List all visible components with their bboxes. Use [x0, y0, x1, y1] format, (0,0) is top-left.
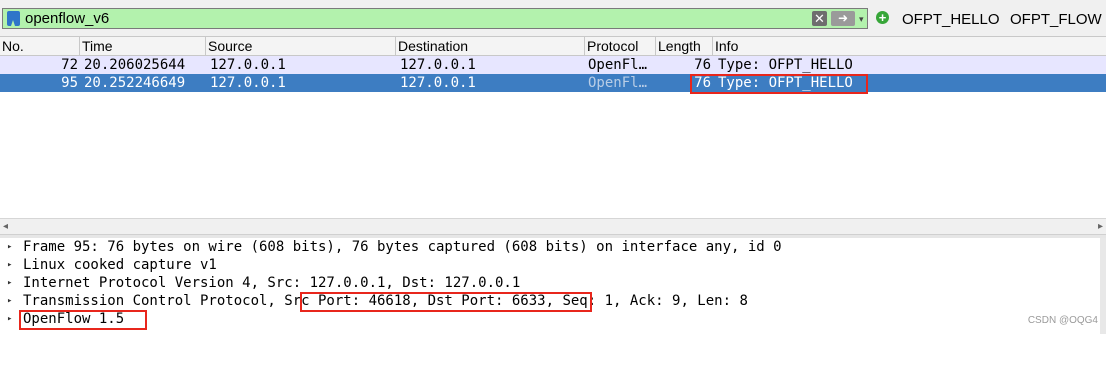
detail-row-linux-cooked[interactable]: ▸ Linux cooked capture v1 [0, 256, 1106, 274]
packet-no: 72 [61, 57, 78, 73]
detail-text: Internet Protocol Version 4, Src: 127.0.… [23, 275, 521, 291]
filter-button-ofpt-flow[interactable]: OFPT_FLOW [1010, 11, 1102, 28]
packet-protocol: OpenFl… [588, 75, 648, 91]
display-filter-input[interactable]: openflow_v6 ✕ ➜ ▾ [2, 8, 868, 29]
expand-arrow-icon[interactable]: ▸ [7, 310, 12, 328]
column-header-info[interactable]: Info [713, 37, 1106, 55]
packet-row-selected[interactable]: 95 20.252246649 127.0.0.1 127.0.0.1 Open… [0, 74, 1106, 92]
packet-time: 20.206025644 [84, 57, 186, 73]
packet-destination: 127.0.0.1 [400, 75, 476, 91]
detail-text: Linux cooked capture v1 [23, 257, 217, 273]
expand-arrow-icon[interactable]: ▸ [7, 274, 12, 292]
packet-length: 76 [694, 57, 711, 73]
column-header-no[interactable]: No. [0, 37, 80, 55]
column-header-source[interactable]: Source [206, 37, 396, 55]
clear-filter-icon[interactable]: ✕ [812, 11, 827, 26]
detail-text: Transmission Control Protocol, Src Port:… [23, 293, 748, 309]
packet-time: 20.252246649 [84, 75, 186, 91]
packet-protocol: OpenFl… [588, 57, 648, 73]
filter-text[interactable]: openflow_v6 [25, 10, 109, 27]
packet-list-horizontal-scrollbar[interactable]: ◂ ▸ [0, 218, 1106, 235]
apply-filter-icon[interactable]: ➜ [831, 11, 855, 26]
column-header-destination[interactable]: Destination [396, 37, 585, 55]
filter-bookmark-icon[interactable] [7, 11, 20, 26]
packet-info: Type: OFPT_HELLO [718, 75, 853, 91]
detail-text: Frame 95: 76 bytes on wire (608 bits), 7… [23, 239, 782, 255]
watermark: CSDN @OQG4 [1027, 315, 1098, 326]
expand-arrow-icon[interactable]: ▸ [7, 238, 12, 256]
column-header-time[interactable]: Time [80, 37, 206, 55]
packet-list-header: No. Time Source Destination Protocol Len… [0, 36, 1106, 56]
detail-row-frame[interactable]: ▸ Frame 95: 76 bytes on wire (608 bits),… [0, 238, 1106, 256]
detail-text: OpenFlow 1.5 [23, 311, 125, 327]
expand-arrow-icon[interactable]: ▸ [7, 292, 12, 310]
detail-row-ipv4[interactable]: ▸ Internet Protocol Version 4, Src: 127.… [0, 274, 1106, 292]
column-header-length[interactable]: Length [656, 37, 713, 55]
display-filter-toolbar: openflow_v6 ✕ ➜ ▾ + OFPT_HELLO OFPT_FLOW [0, 0, 1106, 36]
packet-no: 95 [61, 75, 78, 91]
packet-source: 127.0.0.1 [210, 57, 286, 73]
detail-row-openflow[interactable]: ▸ OpenFlow 1.5 [0, 310, 1106, 328]
filter-history-dropdown-icon[interactable]: ▾ [859, 12, 869, 26]
packet-destination: 127.0.0.1 [400, 57, 476, 73]
details-vertical-scrollbar[interactable] [1100, 238, 1106, 334]
add-filter-button-icon[interactable]: + [876, 11, 889, 24]
packet-source: 127.0.0.1 [210, 75, 286, 91]
packet-details-pane: ▸ Frame 95: 76 bytes on wire (608 bits),… [0, 238, 1106, 334]
filter-button-ofpt-hello[interactable]: OFPT_HELLO [902, 11, 1000, 28]
column-header-protocol[interactable]: Protocol [585, 37, 656, 55]
expand-arrow-icon[interactable]: ▸ [7, 256, 12, 274]
scroll-left-icon[interactable]: ◂ [3, 221, 8, 232]
scroll-right-icon[interactable]: ▸ [1098, 221, 1103, 232]
packet-list-pane: No. Time Source Destination Protocol Len… [0, 36, 1106, 235]
packet-row[interactable]: 72 20.206025644 127.0.0.1 127.0.0.1 Open… [0, 56, 1106, 74]
packet-length: 76 [694, 75, 711, 91]
packet-info: Type: OFPT_HELLO [718, 57, 853, 73]
detail-row-tcp[interactable]: ▸ Transmission Control Protocol, Src Por… [0, 292, 1106, 310]
